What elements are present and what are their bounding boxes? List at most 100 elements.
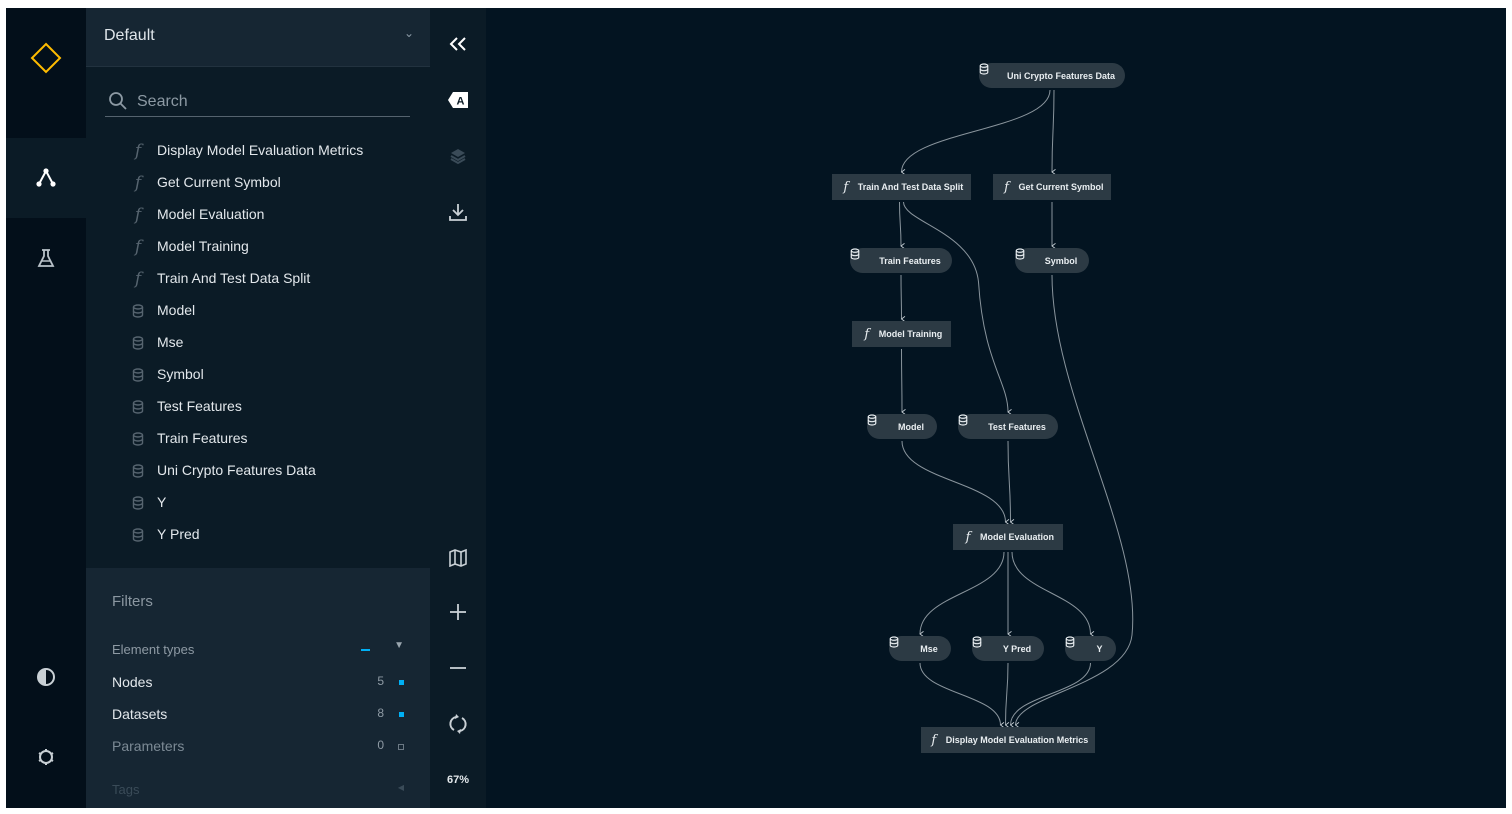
filter-count: 8	[377, 706, 384, 720]
graph-node-mtrain[interactable]: f Model Training	[852, 321, 951, 347]
pipeline-dropdown[interactable]: Default ⌄	[86, 8, 430, 67]
sidebar-list-item[interactable]: f Display Model Evaluation Metrics	[86, 135, 430, 167]
logo[interactable]	[6, 8, 86, 108]
graph-edge-ypred-to-display	[1004, 662, 1010, 728]
nav-experiments[interactable]	[6, 218, 86, 298]
sidebar: Default ⌄ f Display Model Evaluation Metr…	[86, 8, 430, 808]
indeterminate-checkbox[interactable]	[361, 649, 370, 651]
sidebar-list-item-label: Model Evaluation	[157, 206, 265, 222]
graph-node-split[interactable]: f Train And Test Data Split	[832, 174, 971, 200]
search-input[interactable]	[135, 88, 399, 116]
dataset-icon	[1065, 636, 1075, 648]
graph-node-label: Display Model Evaluation Metrics	[945, 735, 1089, 745]
function-icon: f	[134, 173, 142, 193]
svg-text:A: A	[457, 96, 465, 108]
filter-checkbox[interactable]	[398, 744, 404, 750]
search-icon	[109, 92, 127, 110]
sidebar-list-item[interactable]: Symbol	[86, 359, 430, 391]
sidebar-list-item[interactable]: Mse	[86, 327, 430, 359]
map-icon	[449, 549, 467, 567]
filter-group-element-types[interactable]: Element types ▼	[112, 640, 406, 664]
dataset-icon	[1015, 248, 1025, 260]
theme-toggle-button[interactable]	[6, 637, 86, 717]
dataset-icon	[130, 334, 146, 352]
graph-node-label: Model	[898, 421, 924, 432]
zoom-in-button[interactable]	[430, 592, 486, 632]
gear-icon	[38, 749, 54, 765]
dataset-icon	[958, 414, 968, 426]
filter-count: 0	[377, 738, 384, 752]
graph-node-display[interactable]: f Display Model Evaluation Metrics	[921, 727, 1095, 753]
filter-row-parameters[interactable]: Parameters 0	[112, 738, 406, 760]
graph-node-trainf[interactable]: Train Features	[850, 248, 952, 273]
graph-canvas[interactable]: Uni Crypto Features Data f Train And Test …	[486, 8, 1506, 808]
sidebar-list-item[interactable]: Y	[86, 487, 430, 519]
export-button[interactable]	[430, 192, 486, 232]
sidebar-list-item[interactable]: Model	[86, 295, 430, 327]
dataset-icon	[130, 462, 146, 480]
sidebar-list-item[interactable]: f Get Current Symbol	[86, 167, 430, 199]
filter-checkbox[interactable]	[399, 680, 404, 685]
kedro-viz-app: Default ⌄ f Display Model Evaluation Metr…	[6, 8, 1506, 808]
graph-node-label: Get Current Symbol	[1018, 182, 1104, 192]
sidebar-list-item[interactable]: Uni Crypto Features Data	[86, 455, 430, 487]
graph-edge-meval-to-mse	[919, 551, 1005, 637]
sidebar-list-item[interactable]: f Train And Test Data Split	[86, 263, 430, 295]
graph-node-y[interactable]: Y	[1065, 636, 1116, 661]
function-icon: f	[1004, 179, 1009, 195]
diamond-logo-icon	[30, 42, 62, 74]
graph-edges	[899, 89, 1134, 728]
graph-node-label: Train And Test Data Split	[857, 182, 964, 192]
nav-flowchart[interactable]	[6, 138, 86, 218]
graph-node-label: Train Features	[879, 255, 941, 266]
search-field[interactable]	[105, 88, 410, 117]
sidebar-list-item[interactable]: f Model Evaluation	[86, 199, 430, 231]
layers-button[interactable]	[430, 136, 486, 176]
reset-zoom-button[interactable]	[430, 704, 486, 744]
minimap-button[interactable]	[430, 538, 486, 578]
pipeline-dropdown-value: Default	[104, 27, 155, 44]
collapse-icon	[449, 37, 466, 51]
collapse-sidebar-button[interactable]	[430, 24, 486, 64]
graph-node-uni[interactable]: Uni Crypto Features Data	[979, 63, 1125, 88]
function-icon: f	[134, 205, 142, 225]
function-icon: f	[134, 141, 142, 161]
graph-node-getsym[interactable]: f Get Current Symbol	[993, 174, 1111, 200]
graph-node-label: Test Features	[988, 421, 1046, 432]
graph-node-label: Y Pred	[1002, 643, 1032, 654]
graph-edge-y-to-display	[1009, 662, 1091, 728]
dataset-icon	[132, 432, 144, 446]
filter-group-label: Element types	[112, 642, 195, 657]
download-icon	[449, 204, 467, 221]
filter-label: Datasets	[112, 706, 168, 722]
sidebar-list-item[interactable]: Train Features	[86, 423, 430, 455]
sidebar-list-item[interactable]: Test Features	[86, 391, 430, 423]
flask-icon	[37, 249, 55, 267]
graph-node-symbol[interactable]: Symbol	[1015, 248, 1089, 273]
settings-button[interactable]	[6, 717, 86, 797]
dataset-icon	[132, 304, 144, 318]
graph-node-mse[interactable]: Mse	[889, 636, 951, 661]
graph-edge-uni-to-getsym	[1051, 89, 1056, 175]
filter-checkbox[interactable]	[399, 712, 404, 717]
graph-node-testf[interactable]: Test Features	[958, 414, 1058, 439]
zoom-out-button[interactable]	[430, 648, 486, 688]
refresh-icon	[449, 714, 467, 734]
graph-node-model[interactable]: Model	[867, 414, 937, 439]
filter-row-datasets[interactable]: Datasets 8	[112, 706, 406, 728]
graph-node-meval[interactable]: f Model Evaluation	[953, 524, 1063, 550]
toggle-labels-button[interactable]: A	[430, 80, 486, 120]
sidebar-list-item-label: Get Current Symbol	[157, 174, 281, 190]
sidebar-list-item[interactable]: Y Pred	[86, 519, 430, 551]
caret-down-icon[interactable]: ▼	[394, 640, 404, 651]
filter-row-nodes[interactable]: Nodes 5	[112, 674, 406, 696]
graph-edge-trainf-to-mtrain	[900, 274, 906, 322]
graph-edge-mtrain-to-model	[901, 348, 906, 415]
dataset-icon	[130, 398, 146, 416]
function-icon: f	[134, 269, 142, 289]
graph-node-ypred[interactable]: Y Pred	[972, 636, 1044, 661]
sidebar-list-item[interactable]: f Model Training	[86, 231, 430, 263]
filter-group-tags[interactable]: Tags ◀	[112, 782, 406, 804]
caret-left-icon: ◀	[397, 783, 404, 792]
flowchart-icon	[36, 168, 56, 187]
